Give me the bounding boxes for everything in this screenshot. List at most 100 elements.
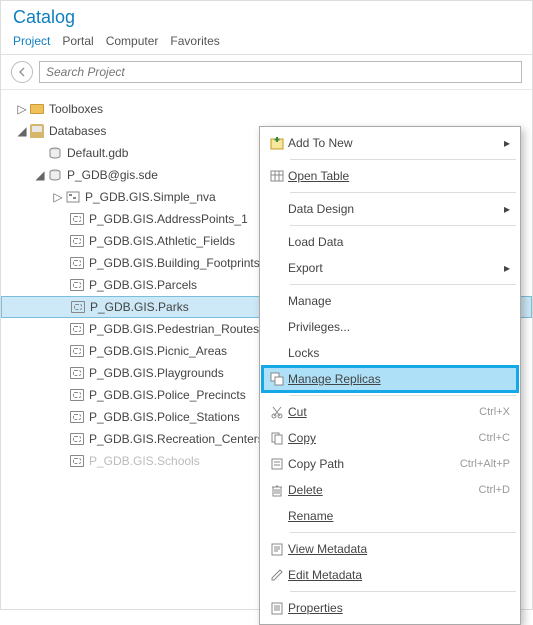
- search-bar: [1, 55, 532, 90]
- feature-class-icon: [69, 211, 85, 227]
- menu-label: Properties: [288, 601, 510, 615]
- menu-label: Add To New: [288, 136, 504, 150]
- feature-class-icon: [69, 277, 85, 293]
- menu-properties[interactable]: Properties: [262, 595, 518, 621]
- expand-icon[interactable]: ▷: [15, 102, 29, 116]
- menu-add-to-new[interactable]: Add To New ▸: [262, 130, 518, 156]
- menu-label: Privileges...: [288, 320, 510, 334]
- menu-copy[interactable]: Copy Ctrl+C: [262, 425, 518, 451]
- copy-icon: [266, 431, 288, 445]
- menu-label: Manage: [288, 294, 510, 308]
- menu-locks[interactable]: Locks: [262, 340, 518, 366]
- edit-icon: [266, 568, 288, 582]
- menu-label: Edit Metadata: [288, 568, 510, 582]
- properties-icon: [266, 601, 288, 615]
- menu-label: Export: [288, 261, 504, 275]
- menu-separator: [290, 395, 516, 396]
- tree-label: P_GDB@gis.sde: [67, 168, 158, 182]
- add-map-icon: [266, 136, 288, 150]
- metadata-icon: [266, 542, 288, 556]
- back-button[interactable]: [11, 61, 33, 83]
- menu-label: Copy: [288, 431, 479, 445]
- tab-computer[interactable]: Computer: [106, 34, 159, 48]
- replicas-icon: [266, 372, 288, 386]
- menu-separator: [290, 591, 516, 592]
- tree-label: P_GDB.GIS.Police_Stations: [89, 410, 240, 424]
- dataset-icon: [65, 189, 81, 205]
- menu-label: Copy Path: [288, 457, 460, 471]
- panel-title: Catalog: [1, 1, 532, 30]
- tree-label: P_GDB.GIS.Simple_nva: [85, 190, 216, 204]
- menu-edit-metadata[interactable]: Edit Metadata: [262, 562, 518, 588]
- submenu-arrow-icon: ▸: [504, 136, 510, 150]
- menu-delete[interactable]: Delete Ctrl+D: [262, 477, 518, 503]
- menu-label: View Metadata: [288, 542, 510, 556]
- database-icon: [29, 123, 45, 139]
- menu-label: Load Data: [288, 235, 510, 249]
- tree-label: Databases: [49, 124, 106, 138]
- tree-label: P_GDB.GIS.Athletic_Fields: [89, 234, 235, 248]
- menu-label: Delete: [288, 483, 479, 497]
- menu-privileges[interactable]: Privileges...: [262, 314, 518, 340]
- menu-label: Locks: [288, 346, 510, 360]
- feature-class-icon: [69, 255, 85, 271]
- tabs-bar: Project Portal Computer Favorites: [1, 30, 532, 55]
- shortcut: Ctrl+C: [479, 432, 510, 444]
- feature-class-icon: [69, 453, 85, 469]
- shortcut: Ctrl+D: [479, 484, 510, 496]
- tree-label: P_GDB.GIS.Parcels: [89, 278, 197, 292]
- menu-label: Cut: [288, 405, 479, 419]
- tree-label: P_GDB.GIS.AddressPoints_1: [89, 212, 248, 226]
- feature-class-icon: [69, 365, 85, 381]
- geodatabase-icon: [47, 145, 63, 161]
- menu-cut[interactable]: Cut Ctrl+X: [262, 399, 518, 425]
- tree-label: Toolboxes: [49, 102, 103, 116]
- tree-label: P_GDB.GIS.Schools: [89, 454, 200, 468]
- menu-manage-replicas[interactable]: Manage Replicas: [262, 366, 518, 392]
- menu-label: Rename: [288, 509, 510, 523]
- feature-class-icon: [69, 431, 85, 447]
- menu-label: Open Table: [288, 169, 510, 183]
- menu-export[interactable]: Export ▸: [262, 255, 518, 281]
- tree-label: P_GDB.GIS.Parks: [90, 300, 189, 314]
- search-input[interactable]: [39, 61, 522, 83]
- menu-view-metadata[interactable]: View Metadata: [262, 536, 518, 562]
- context-menu: Add To New ▸ Open Table Data Design ▸ Lo…: [259, 126, 521, 625]
- tree-label: P_GDB.GIS.Recreation_Centers: [89, 432, 264, 446]
- table-icon: [266, 170, 288, 182]
- menu-separator: [290, 532, 516, 533]
- menu-separator: [290, 192, 516, 193]
- menu-rename[interactable]: Rename: [262, 503, 518, 529]
- shortcut: Ctrl+Alt+P: [460, 458, 510, 470]
- tree-label: P_GDB.GIS.Police_Precincts: [89, 388, 246, 402]
- tree-label: P_GDB.GIS.Playgrounds: [89, 366, 224, 380]
- cut-icon: [266, 405, 288, 419]
- menu-open-table[interactable]: Open Table: [262, 163, 518, 189]
- tab-project[interactable]: Project: [13, 34, 50, 48]
- tab-portal[interactable]: Portal: [62, 34, 93, 48]
- copy-path-icon: [266, 457, 288, 471]
- collapse-icon[interactable]: ◢: [33, 168, 47, 182]
- menu-label: Manage Replicas: [288, 372, 510, 386]
- submenu-arrow-icon: ▸: [504, 261, 510, 275]
- tree-label: P_GDB.GIS.Building_Footprints: [89, 256, 260, 270]
- menu-separator: [290, 159, 516, 160]
- tree-label: P_GDB.GIS.Pedestrian_Routes: [89, 322, 259, 336]
- collapse-icon[interactable]: ◢: [15, 124, 29, 138]
- menu-copy-path[interactable]: Copy Path Ctrl+Alt+P: [262, 451, 518, 477]
- tab-favorites[interactable]: Favorites: [170, 34, 219, 48]
- menu-load-data[interactable]: Load Data: [262, 229, 518, 255]
- feature-class-icon: [69, 387, 85, 403]
- arrow-left-icon: [17, 67, 27, 77]
- feature-class-icon: [69, 409, 85, 425]
- menu-separator: [290, 284, 516, 285]
- delete-icon: [266, 483, 288, 497]
- feature-class-icon: [70, 299, 86, 315]
- menu-data-design[interactable]: Data Design ▸: [262, 196, 518, 222]
- expand-icon[interactable]: ▷: [51, 190, 65, 204]
- tree-node-toolboxes[interactable]: ▷ Toolboxes: [1, 98, 532, 120]
- menu-label: Data Design: [288, 202, 504, 216]
- menu-manage[interactable]: Manage: [262, 288, 518, 314]
- sde-icon: [47, 167, 63, 183]
- feature-class-icon: [69, 321, 85, 337]
